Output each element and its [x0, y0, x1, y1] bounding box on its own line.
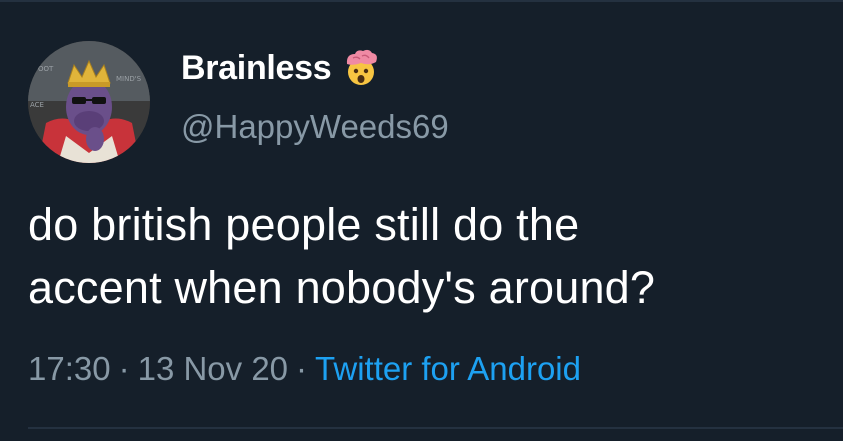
- display-name-row[interactable]: Brainless: [181, 45, 381, 91]
- exploding-head-icon: [341, 48, 381, 88]
- meta-separator: ·: [118, 350, 130, 387]
- display-name[interactable]: Brainless: [181, 49, 332, 88]
- tweet-meta: 17:30 · 13 Nov 20 · Twitter for Android: [28, 350, 581, 388]
- svg-text:MIND'S: MIND'S: [116, 75, 142, 83]
- svg-text:FOOT: FOOT: [34, 65, 54, 73]
- tweet-text: do british people still do the accent wh…: [28, 193, 828, 319]
- top-divider: [0, 0, 843, 2]
- tweet-card: FOOT MIND'S ACE Brainless @HappyWeeds69 …: [0, 0, 843, 441]
- avatar[interactable]: FOOT MIND'S ACE: [28, 41, 150, 163]
- tweet-text-line-1: do british people still do the: [28, 199, 580, 250]
- avatar-image: FOOT MIND'S ACE: [28, 41, 150, 163]
- meta-separator: ·: [296, 350, 308, 387]
- svg-text:ACE: ACE: [30, 101, 44, 109]
- tweet-date[interactable]: 13 Nov 20: [138, 350, 288, 387]
- bottom-divider: [28, 427, 843, 429]
- user-handle[interactable]: @HappyWeeds69: [181, 108, 449, 146]
- tweet-time[interactable]: 17:30: [28, 350, 111, 387]
- tweet-text-line-2: accent when nobody's around?: [28, 262, 656, 313]
- tweet-source-link[interactable]: Twitter for Android: [315, 350, 581, 387]
